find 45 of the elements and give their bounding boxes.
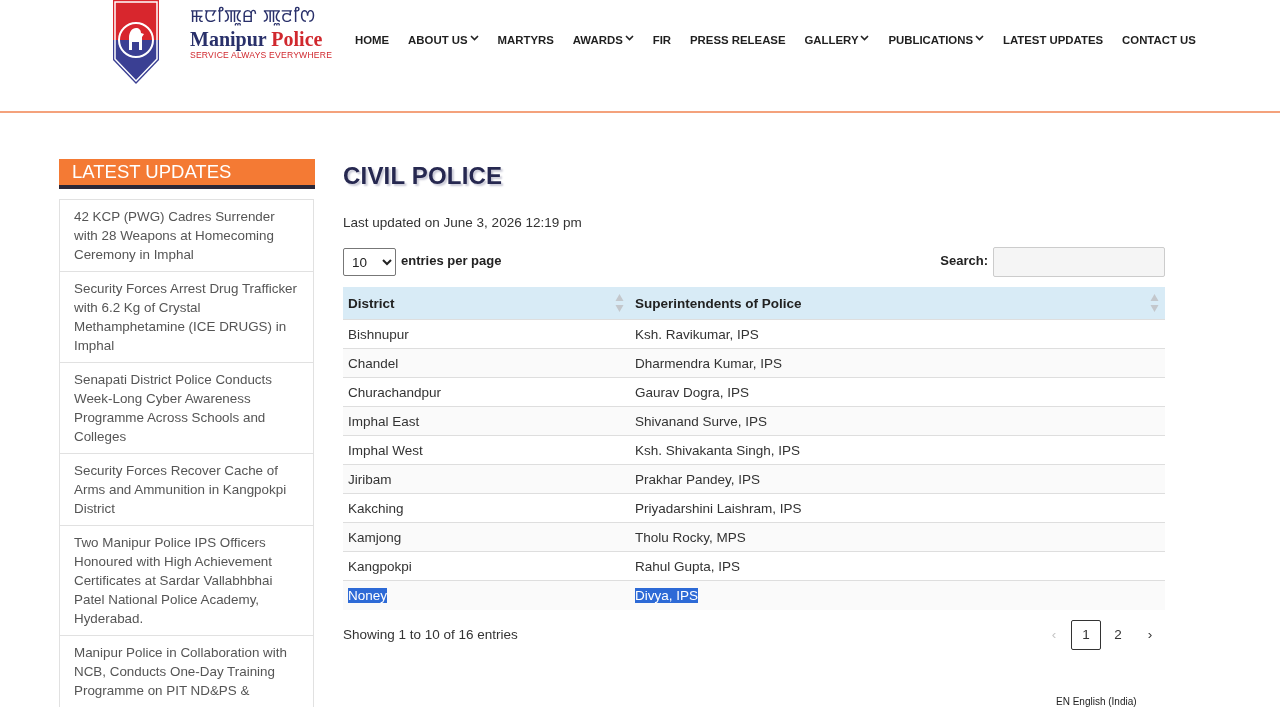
news-link[interactable]: 42 KCP (PWG) Cadres Surrender with 28 Weapons at Homecoming Ceremony in Imphal (60, 200, 313, 272)
table-cell: Divya, IPS (630, 580, 1165, 610)
nav-link[interactable]: AWARDS (572, 31, 634, 49)
page-title: CIVIL POLICE (343, 162, 504, 190)
logo-script-text: ꯃꯅꯤꯄꯨꯔ ꯄꯨꯂꯤꯁ (190, 4, 316, 28)
entries-label: entries per page (401, 252, 502, 268)
table-cell: Prakhar Pandey, IPS (630, 464, 1165, 494)
language-indicator: EN English (India) (1056, 696, 1137, 707)
search-label: Search: (940, 252, 988, 268)
nav-link[interactable]: CONTACT US (1122, 31, 1196, 49)
page-button[interactable]: 1 (1071, 619, 1101, 650)
table-cell: Shivanand Surve, IPS (630, 406, 1165, 436)
search-field[interactable] (993, 247, 1165, 277)
logo-tagline: SERVICE ALWAYS EVERYWHERE (190, 50, 333, 61)
news-link[interactable]: Manipur Police in Collaboration with NCB, Conducts One-Day Training Programme on PIT ND&PS & (60, 636, 313, 700)
last-updated-text: Last updated on June 3, 2026 12:19 pm (343, 214, 583, 232)
table-info-text: Showing 1 to 10 of 16 entries (343, 627, 518, 642)
table-cell: Imphal East (343, 406, 630, 436)
column-header[interactable]: Superintendents of Police (630, 287, 1165, 320)
logo-wordmark: Manipur Police (190, 28, 324, 50)
table-cell: Chandel (343, 348, 630, 378)
table-cell: Noney (343, 580, 630, 610)
news-link[interactable]: Two Manipur Police IPS Officers Honoured with High Achievement Certificates at Sardar Vallabhbhai Patel National Police Academy, Hyderabad. (60, 526, 313, 636)
sidebar-heading: LATEST UPDATES (59, 159, 315, 189)
nav-link[interactable]: LATEST UPDATES (1002, 31, 1104, 49)
table-cell: Kamjong (343, 522, 630, 552)
nav-link[interactable]: MARTYRS (497, 31, 554, 49)
table-cell: Tholu Rocky, MPS (630, 522, 1165, 552)
sort-icon (1150, 293, 1159, 313)
nav-link[interactable]: GALLERY (804, 31, 870, 49)
table-cell: Dharmendra Kumar, IPS (630, 348, 1165, 378)
news-link[interactable]: Security Forces Recover Cache of Arms and Ammunition in Kangpokpi District (60, 454, 313, 526)
nav-link[interactable]: PUBLICATIONS (888, 31, 984, 49)
news-link[interactable]: Security Forces Arrest Drug Trafficker with 6.2 Kg of Crystal Methamphetamine (ICE DRUGS) in Imphal (60, 272, 313, 363)
sort-icon (615, 293, 624, 313)
nav-link[interactable]: HOME (355, 31, 390, 49)
news-link[interactable]: Senapati District Police Conducts Week-Long Cyber Awareness Programme Across Schools and Colleges (60, 363, 313, 454)
entries-select[interactable]: 10 (343, 248, 396, 276)
nav-link[interactable]: FIR (652, 31, 672, 49)
table-cell: Jiribam (343, 464, 630, 494)
page-button[interactable]: › (1135, 619, 1165, 650)
nav-link[interactable]: PRESS RELEASE (689, 31, 786, 49)
page-button[interactable]: 2 (1103, 619, 1133, 650)
nav-link[interactable]: ABOUT US (408, 31, 479, 49)
column-header[interactable]: District (343, 287, 630, 320)
